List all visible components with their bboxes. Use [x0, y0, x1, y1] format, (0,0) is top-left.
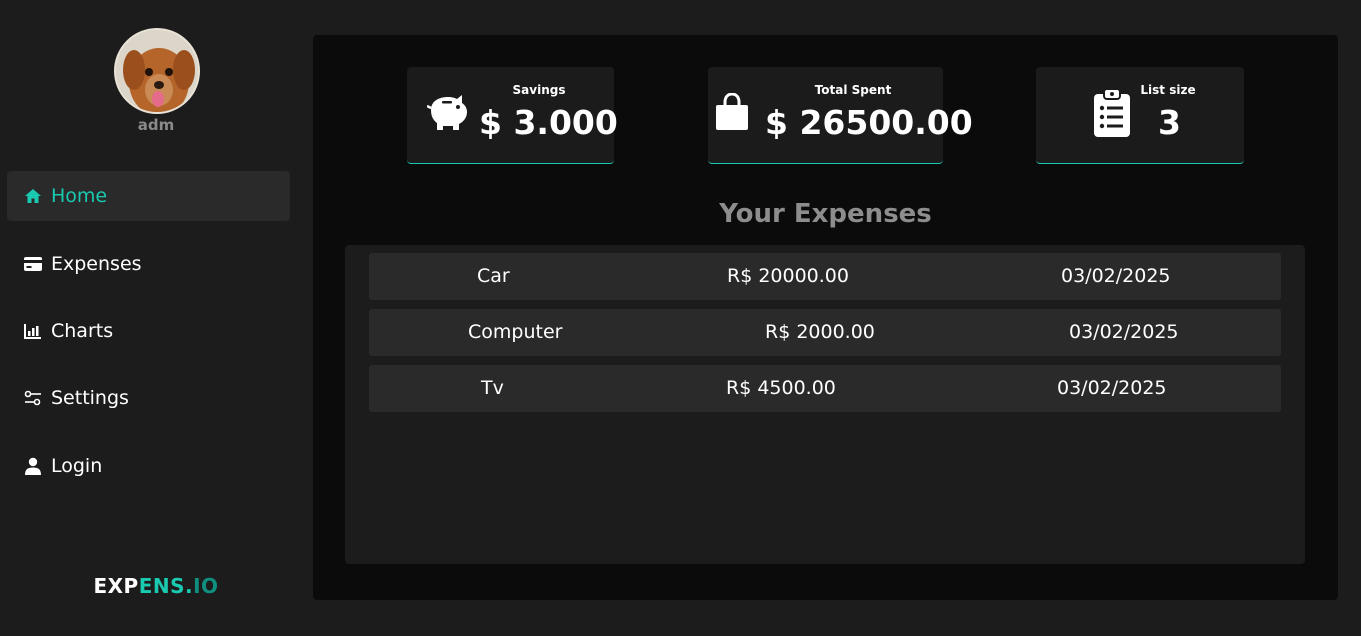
home-icon — [23, 186, 43, 206]
expenses-list: Car R$ 20000.00 03/02/2025 Computer R$ 2… — [345, 245, 1305, 564]
sidebar-item-label: Home — [51, 185, 108, 207]
card-title: List size — [1140, 83, 1196, 97]
total-spent-card: Total Spent $ 26500.00 — [708, 67, 973, 164]
shopping-bag-icon — [715, 92, 749, 135]
expense-date: 03/02/2025 — [1061, 265, 1171, 287]
sidebar-item-home[interactable]: Home — [7, 171, 290, 221]
brand-part-3: IO — [193, 574, 219, 598]
table-row[interactable]: Computer R$ 2000.00 03/02/2025 — [369, 309, 1281, 356]
table-row[interactable]: Car R$ 20000.00 03/02/2025 — [369, 253, 1281, 300]
brand-logo[interactable]: EXPENS.IO — [0, 574, 312, 598]
sidebar-item-charts[interactable]: Charts — [7, 306, 290, 356]
expense-name: Car — [477, 265, 510, 287]
sidebar-item-label: Login — [51, 455, 103, 477]
user-icon — [23, 456, 43, 476]
sidebar-item-label: Settings — [51, 387, 129, 409]
sidebar-item-expenses[interactable]: Expenses — [7, 239, 290, 289]
expense-name: Computer — [468, 321, 563, 343]
expense-amount: R$ 4500.00 — [726, 377, 836, 399]
expense-amount: R$ 2000.00 — [765, 321, 875, 343]
expense-date: 03/02/2025 — [1057, 377, 1167, 399]
sidebar-item-login[interactable]: Login — [7, 441, 290, 491]
sidebar-item-settings[interactable]: Settings — [7, 373, 290, 423]
bar-chart-icon — [23, 321, 43, 341]
card-title: Savings — [512, 83, 566, 97]
brand-part-2: ENS. — [138, 574, 194, 598]
expense-date: 03/02/2025 — [1069, 321, 1179, 343]
credit-card-icon — [23, 254, 43, 274]
main-panel: Savings $ 3.000 Total Spent $ 26500.00 L… — [313, 35, 1338, 600]
card-value: 3 — [1158, 103, 1181, 142]
card-title: Total Spent — [814, 83, 892, 97]
expenses-title: Your Expenses — [719, 199, 932, 229]
card-value: $ 26500.00 — [765, 103, 973, 142]
user-name: adm — [137, 116, 175, 134]
expense-amount: R$ 20000.00 — [727, 265, 849, 287]
dog-avatar-image — [116, 30, 198, 112]
piggy-bank-icon — [426, 92, 469, 136]
table-row[interactable]: Tv R$ 4500.00 03/02/2025 — [369, 365, 1281, 412]
sidebar-item-label: Charts — [51, 320, 114, 342]
list-size-card: List size 3 — [1036, 67, 1244, 164]
avatar[interactable] — [114, 28, 200, 114]
expense-name: Tv — [481, 377, 504, 399]
savings-card: Savings $ 3.000 — [407, 67, 618, 164]
sidebar: adm Home Expenses Charts Settings Login … — [0, 0, 300, 636]
card-value: $ 3.000 — [479, 103, 618, 142]
sliders-icon — [23, 388, 43, 408]
sidebar-item-label: Expenses — [51, 253, 142, 275]
clipboard-list-icon — [1093, 88, 1131, 142]
brand-part-1: EXP — [93, 574, 139, 598]
